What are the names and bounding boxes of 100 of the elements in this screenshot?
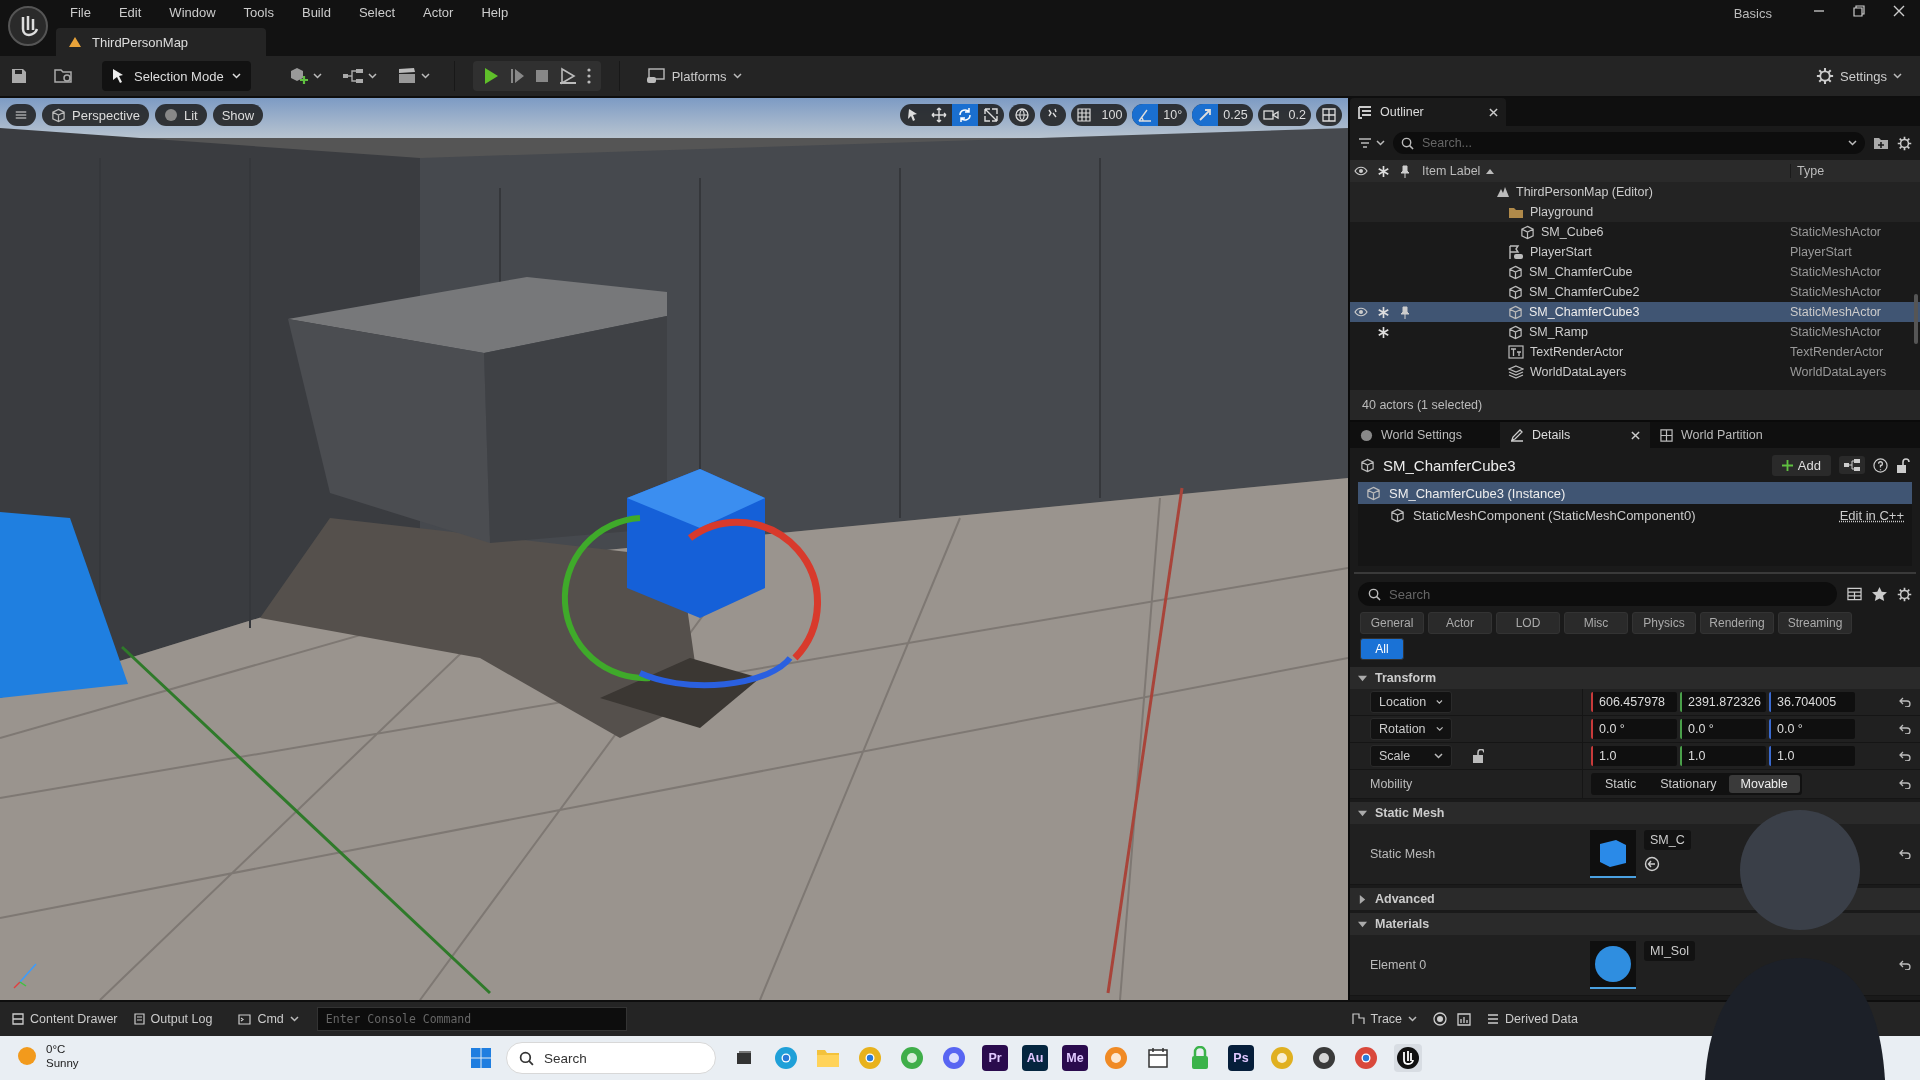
filter-chip[interactable]: LOD [1496,612,1560,634]
filter-chip[interactable]: Streaming [1778,612,1852,634]
close-icon[interactable] [1892,4,1906,18]
number-field[interactable]: 0.0 ° [1769,719,1855,739]
asset-field[interactable]: SM_C [1644,830,1691,850]
browser-icon[interactable] [1354,1046,1378,1070]
section-header[interactable]: Static Mesh [1358,802,1445,824]
selection-mode-dropdown[interactable]: Selection Mode [102,61,251,91]
menu-item[interactable]: Select [344,4,410,20]
app-icon[interactable] [1312,1046,1336,1070]
browse-icon[interactable] [54,67,74,85]
eject-icon[interactable] [558,67,577,85]
filter-button[interactable] [1358,137,1385,149]
menu-item[interactable]: Build [287,4,345,20]
section-header[interactable]: Transform [1358,667,1437,689]
cmd-dropdown[interactable]: Cmd [232,1009,305,1029]
pin-icon[interactable] [1400,305,1410,319]
settings-dropdown[interactable]: Settings [1808,63,1910,89]
app-tile[interactable]: Au [1022,1045,1048,1071]
panel-tab[interactable]: Details [1500,422,1650,448]
close-icon[interactable] [1489,107,1498,117]
menu-item[interactable]: Tools [229,4,288,20]
component-row[interactable]: SM_ChamferCube3 (Instance) [1358,482,1912,504]
reset-icon[interactable] [1899,697,1911,707]
scale-snap-toggle[interactable] [1192,104,1219,126]
reset-icon[interactable] [1899,779,1911,789]
stop-icon[interactable] [534,69,549,83]
section-header[interactable]: Advanced [1358,888,1435,910]
platforms-dropdown[interactable]: Platforms [637,64,750,88]
number-field[interactable]: 606.457978 [1591,692,1677,712]
derived-data-button[interactable]: Derived Data [1481,1009,1584,1029]
menu-item[interactable]: Window [155,4,230,20]
reset-icon[interactable] [1899,960,1911,970]
table-icon[interactable] [1847,587,1862,601]
panel-tab[interactable]: World Settings [1350,422,1500,448]
play-icon[interactable] [482,67,499,85]
angle-snap-toggle[interactable] [1132,104,1159,126]
menu-item[interactable]: Edit [104,4,156,20]
number-field[interactable]: 36.704005 [1769,692,1855,712]
outliner-row[interactable]: SM_ChamferCube2 StaticMeshActor [1350,282,1920,302]
menu-item[interactable]: Actor [409,4,468,20]
app-tile[interactable]: Pr [982,1045,1008,1071]
reset-icon[interactable] [1899,751,1911,761]
mobility-option[interactable]: Stationary [1648,775,1729,793]
close-icon[interactable] [1631,430,1640,440]
layout-icon[interactable] [1321,107,1337,123]
star-icon[interactable] [1377,306,1389,318]
menu-item[interactable]: File [56,4,105,20]
panel-tab[interactable]: World Partition [1650,422,1800,448]
reset-icon[interactable] [1899,849,1911,859]
mobility-option[interactable]: Movable [1728,775,1800,793]
number-field[interactable]: 0.0 ° [1680,719,1766,739]
outliner-row[interactable]: SM_Cube6 StaticMeshActor [1350,222,1920,242]
start-icon[interactable] [470,1047,492,1069]
number-field[interactable]: 2391.872326 [1680,692,1766,712]
record-icon[interactable] [1433,1012,1448,1026]
filter-chip[interactable]: Actor [1428,612,1492,634]
number-field[interactable]: 1.0 [1680,746,1766,766]
filter-chip[interactable]: General [1360,612,1424,634]
rotate-tool-button[interactable] [951,104,978,126]
trace-dropdown[interactable]: Trace [1345,1009,1424,1029]
outliner-row[interactable]: Playground [1350,202,1920,222]
outliner-row[interactable]: ThirdPersonMap (Editor) [1350,182,1920,202]
more-icon[interactable] [586,68,591,84]
number-field[interactable]: 0.0 ° [1591,719,1677,739]
asset-thumbnail[interactable] [1590,830,1636,878]
settings-icon[interactable] [1897,586,1912,602]
filter-chip[interactable]: Rendering [1700,612,1774,634]
asset-thumbnail[interactable] [1590,941,1636,989]
number-field[interactable]: 1.0 [1591,746,1677,766]
browse-asset-icon[interactable] [1644,856,1660,872]
star-icon[interactable] [1377,326,1389,338]
panel-button[interactable]: Content Drawer [6,1009,124,1029]
outliner-tab[interactable]: Outliner [1350,98,1506,126]
outliner-row[interactable]: TextRenderActor TextRenderActor [1350,342,1920,362]
reset-icon[interactable] [1899,724,1911,734]
filter-chip[interactable]: All [1360,638,1404,660]
edit-link[interactable]: Edit in C++ [1839,507,1904,523]
column-header[interactable]: Type [1790,164,1825,178]
settings-icon[interactable] [1897,135,1912,151]
number-field[interactable]: 1.0 [1769,746,1855,766]
step-icon[interactable] [508,67,525,85]
transform-dropdown[interactable]: Rotation [1370,718,1452,740]
view-mode-button[interactable]: Lit [154,104,207,126]
document-tab[interactable]: ThirdPersonMap [56,28,266,56]
filter-chip[interactable]: Misc [1564,612,1628,634]
save-icon[interactable] [10,67,28,85]
outliner-row[interactable]: SM_ChamferCube3 StaticMeshActor [1350,302,1920,322]
calendar-icon[interactable] [1147,1047,1169,1069]
padlock-icon[interactable] [1472,749,1484,763]
blueprint-button[interactable] [1839,456,1865,474]
outliner-row[interactable]: SM_Ramp StaticMeshActor [1350,322,1920,342]
filter-chip[interactable]: Physics [1632,612,1696,634]
add-component-button[interactable]: Add [1771,454,1831,476]
app-tile[interactable]: Me [1062,1045,1088,1071]
section-header[interactable]: Materials [1358,913,1430,935]
app-tile[interactable]: Ps [1228,1045,1254,1071]
star-icon[interactable] [1872,587,1887,601]
add-folder-icon[interactable] [1873,136,1889,150]
engine-logo-icon[interactable] [1396,1046,1420,1070]
